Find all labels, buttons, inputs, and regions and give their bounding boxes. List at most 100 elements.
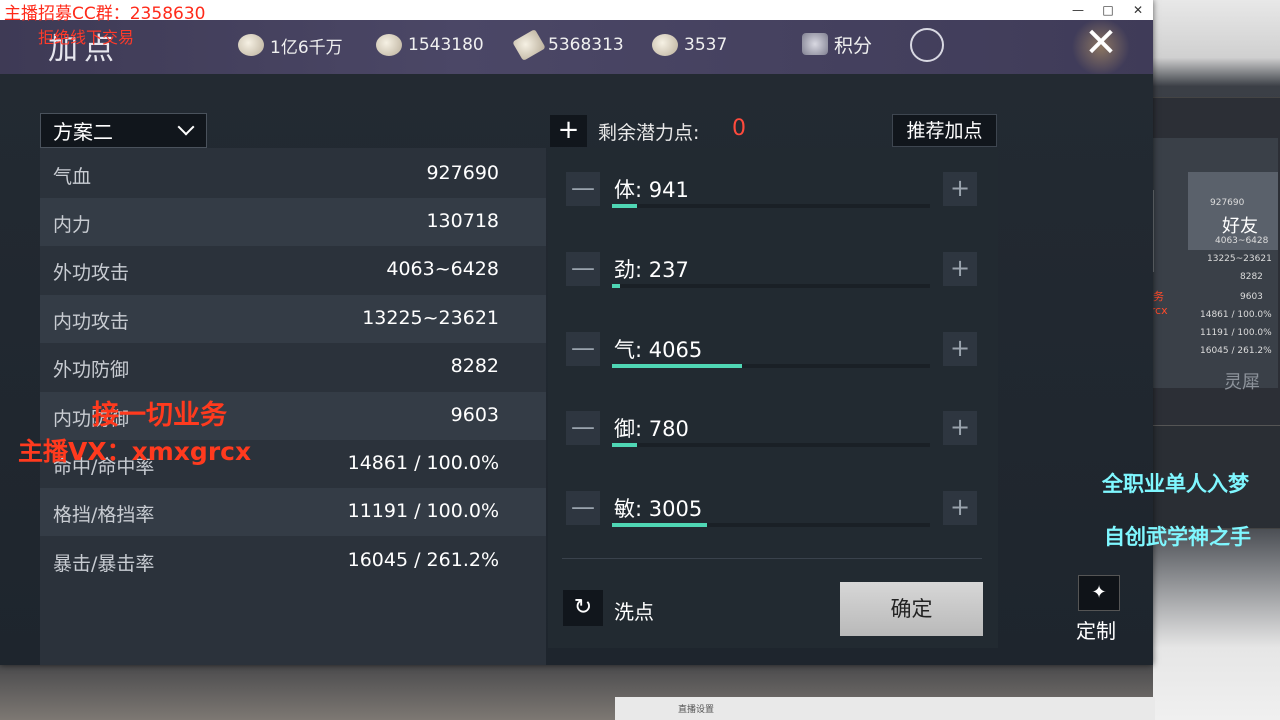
attr-plus-button[interactable]: + bbox=[943, 252, 977, 286]
obs-bottom-label: 直播设置 bbox=[678, 705, 715, 715]
attr-plus-button[interactable]: + bbox=[943, 332, 977, 366]
stat-row: 外功攻击 4063~6428 bbox=[40, 246, 546, 294]
stat-row: 内力 130718 bbox=[40, 198, 546, 246]
stat-row: 外功防御 8282 bbox=[40, 343, 546, 391]
attr-progress-fill bbox=[612, 284, 620, 288]
stat-value: 16045 / 261.2% bbox=[347, 549, 499, 571]
overlay-business: 接一切业务 bbox=[92, 400, 227, 431]
stat-label: 内功攻击 bbox=[53, 311, 130, 333]
resource-ticket-value: 5368313 bbox=[548, 35, 624, 55]
attr-value: 237 bbox=[648, 258, 689, 282]
stat-value: 13225~23621 bbox=[362, 307, 499, 329]
attr-progress-track bbox=[612, 364, 930, 368]
custom-icon[interactable]: ✦ bbox=[1078, 575, 1120, 611]
stat-row: 气血 927690 bbox=[40, 150, 546, 198]
ticket-icon bbox=[512, 28, 546, 62]
resource-silver: 1543180 bbox=[376, 33, 484, 57]
preview-num: 927690 bbox=[1210, 198, 1245, 208]
attr-label: 气: 4065 bbox=[614, 334, 702, 364]
points-button[interactable]: 积分 bbox=[802, 32, 873, 57]
add-potential-button[interactable]: + bbox=[550, 115, 587, 147]
overlay-tagline-2: 自创武学神之手 bbox=[1104, 525, 1251, 549]
close-button[interactable]: ✕ bbox=[1078, 20, 1124, 66]
attr-plus-button[interactable]: + bbox=[943, 172, 977, 206]
attr-name: 体 bbox=[614, 178, 635, 202]
stat-value: 130718 bbox=[426, 210, 499, 232]
attr-name: 劲 bbox=[614, 258, 635, 282]
attr-progress-fill bbox=[612, 523, 707, 527]
overlay-cc-group: 主播招募CC群：2358630 bbox=[4, 4, 206, 24]
attr-label: 敏: 3005 bbox=[614, 493, 702, 523]
minimize-button[interactable]: — bbox=[1063, 0, 1093, 20]
resource-bowl: 3537 bbox=[652, 33, 727, 57]
resource-ticket: 5368313 bbox=[512, 28, 624, 62]
stat-label: 外功防御 bbox=[53, 359, 130, 381]
preview-num: 16045 / 261.2% bbox=[1200, 346, 1272, 356]
window-close-button[interactable]: ✕ bbox=[1123, 0, 1153, 20]
attr-progress-fill bbox=[612, 364, 742, 368]
stat-row: 暴击/暴击率 16045 / 261.2% bbox=[40, 537, 546, 585]
header-bar: 加点 1亿6千万 1543180 5368313 3537 积分 ✕ bbox=[0, 20, 1153, 74]
attr-progress-fill bbox=[612, 443, 637, 447]
maximize-button[interactable]: □ bbox=[1093, 0, 1123, 20]
overlay-tagline-1: 全职业单人入梦 bbox=[1102, 472, 1249, 496]
stat-label: 暴击/暴击率 bbox=[53, 553, 155, 575]
attr-minus-button[interactable]: — bbox=[566, 172, 600, 206]
attr-separator: : bbox=[635, 178, 649, 202]
resource-coins: 1亿6千万 bbox=[238, 33, 343, 58]
attr-progress-track bbox=[612, 443, 930, 447]
preview-num: 14861 / 100.0% bbox=[1200, 310, 1272, 320]
scheme-dropdown[interactable]: 方案二 bbox=[40, 113, 207, 148]
overlay-vx: 主播VX：xmxgrcx bbox=[18, 437, 252, 466]
stat-row: 内功攻击 13225~23621 bbox=[40, 295, 546, 343]
attr-name: 御 bbox=[614, 417, 635, 441]
reset-icon[interactable]: ↻ bbox=[563, 590, 603, 626]
attr-progress-track bbox=[612, 204, 930, 208]
preview-num: 4063~6428 bbox=[1215, 236, 1269, 246]
bowl-icon bbox=[652, 34, 678, 56]
resource-coins-value: 1亿6千万 bbox=[270, 37, 343, 58]
attr-separator: : bbox=[635, 338, 649, 362]
preview-tile-friend-label: 好友 bbox=[1222, 216, 1258, 237]
attr-minus-button[interactable]: — bbox=[566, 411, 600, 445]
confirm-button[interactable]: 确定 bbox=[840, 582, 983, 636]
preview-num: 11191 / 100.0% bbox=[1200, 328, 1272, 338]
preview-num: 9603 bbox=[1240, 292, 1263, 302]
resource-silver-value: 1543180 bbox=[408, 35, 484, 55]
stat-value: 8282 bbox=[450, 355, 499, 377]
attr-plus-button[interactable]: + bbox=[943, 491, 977, 525]
attr-value: 4065 bbox=[648, 338, 703, 362]
stat-row: 格挡/格挡率 11191 / 100.0% bbox=[40, 488, 546, 536]
scheme-selected: 方案二 bbox=[53, 120, 113, 144]
attr-minus-button[interactable]: — bbox=[566, 332, 600, 366]
recommend-button[interactable]: 推荐加点 bbox=[892, 114, 997, 147]
preview-label-lingxi: 灵犀 bbox=[1224, 372, 1260, 393]
stat-value: 9603 bbox=[450, 404, 499, 426]
chevron-down-icon bbox=[177, 118, 195, 136]
attr-label: 体: 941 bbox=[614, 174, 689, 204]
attr-value: 941 bbox=[648, 178, 689, 202]
attr-progress-track bbox=[612, 284, 930, 288]
coin-icon bbox=[238, 34, 264, 56]
stat-value: 11191 / 100.0% bbox=[347, 500, 499, 522]
potential-label: 剩余潜力点: bbox=[598, 122, 700, 144]
points-label: 积分 bbox=[834, 34, 873, 57]
attr-minus-button[interactable]: — bbox=[566, 491, 600, 525]
stat-label: 内力 bbox=[53, 214, 92, 236]
potential-value: 0 bbox=[732, 116, 746, 141]
reset-label[interactable]: 洗点 bbox=[614, 596, 654, 625]
attr-label: 劲: 237 bbox=[614, 254, 689, 284]
attr-label: 御: 780 bbox=[614, 413, 689, 443]
attr-minus-button[interactable]: — bbox=[566, 252, 600, 286]
attr-separator: : bbox=[635, 258, 649, 282]
gear-icon[interactable] bbox=[910, 28, 944, 62]
custom-label[interactable]: 定制 bbox=[1076, 615, 1116, 644]
stat-label: 外功攻击 bbox=[53, 262, 130, 284]
attr-name: 敏 bbox=[614, 497, 635, 521]
attr-value: 3005 bbox=[648, 497, 703, 521]
attr-plus-button[interactable]: + bbox=[943, 411, 977, 445]
attr-progress-track bbox=[612, 523, 930, 527]
preview-num: 13225~23621 bbox=[1207, 254, 1272, 264]
attr-name: 气 bbox=[614, 338, 635, 362]
attr-separator: : bbox=[635, 417, 649, 441]
